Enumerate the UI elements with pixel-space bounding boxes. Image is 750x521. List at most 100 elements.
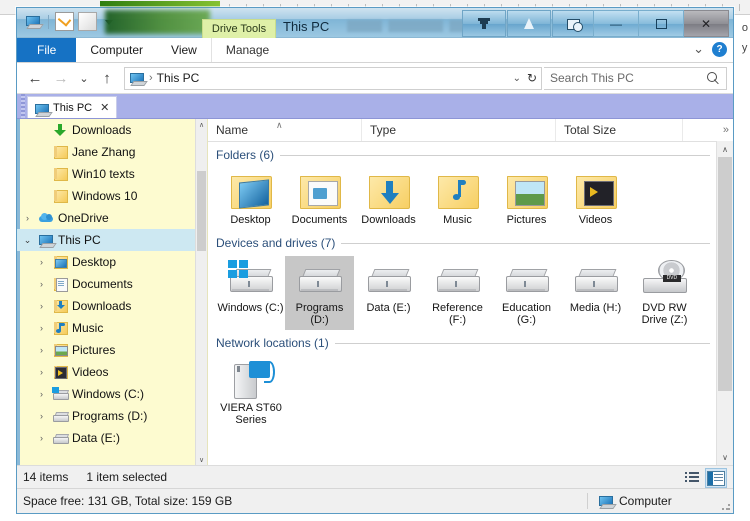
recent-locations-button[interactable]: ⌄	[75, 66, 93, 90]
sidebar-item-documents[interactable]: › Documents	[17, 273, 207, 295]
scroll-down-icon[interactable]: ∨	[717, 449, 733, 465]
chevron-down-icon[interactable]: ⌄	[21, 235, 34, 246]
item-desktop[interactable]: Desktop	[216, 168, 285, 230]
this-pc-icon[interactable]	[25, 13, 44, 30]
sidebar-item-onedrive[interactable]: › OneDrive	[17, 207, 207, 229]
search-input[interactable]: Search This PC	[544, 66, 727, 90]
sidebar-item-pictures[interactable]: › Pictures	[17, 339, 207, 361]
sidebar-item-label: Pictures	[72, 343, 116, 357]
this-pc-icon	[38, 232, 57, 248]
tab-manage[interactable]: Manage	[210, 38, 283, 62]
sidebar-item-data-e[interactable]: › Data (E:)	[17, 427, 207, 449]
item-music[interactable]: Music	[423, 168, 492, 230]
content-scrollbar[interactable]: ∧ ∨	[716, 141, 733, 465]
large-icons-view-button[interactable]	[705, 468, 727, 488]
resize-grip[interactable]	[721, 501, 731, 511]
tab-strip: This PC ✕	[17, 94, 733, 119]
chevron-right-icon[interactable]: ›	[35, 279, 48, 289]
column-header-total-size[interactable]: Total Size	[556, 119, 683, 141]
contextual-tab-drive-tools[interactable]: Drive Tools	[202, 19, 276, 38]
chevron-right-icon[interactable]: ›	[35, 301, 48, 311]
close-button[interactable]: ✕	[684, 10, 729, 37]
sidebar-item-desktop[interactable]: › Desktop	[17, 251, 207, 273]
sidebar-item-jane-zhang[interactable]: Jane Zhang	[17, 141, 207, 163]
chevron-right-icon[interactable]: ›	[35, 411, 48, 421]
sidebar-item-label: Videos	[72, 365, 109, 379]
column-header-type[interactable]: Type	[362, 119, 556, 141]
chevron-right-icon[interactable]: ›	[21, 213, 34, 223]
chevron-down-icon[interactable]: ⌄	[693, 41, 704, 57]
sidebar-item-windows-10[interactable]: Windows 10	[17, 185, 207, 207]
drive-icon	[297, 258, 343, 300]
window-controls[interactable]: — ✕	[593, 10, 729, 37]
item-media-h[interactable]: Media (H:)	[561, 256, 630, 330]
chevron-right-icon[interactable]: ›	[35, 345, 48, 355]
minimize-button[interactable]: —	[593, 10, 639, 37]
group-header-folders[interactable]: Folders (6) ∧	[214, 142, 733, 164]
item-reference-f[interactable]: Reference (F:)	[423, 256, 492, 330]
column-header-name[interactable]: Name ∧	[208, 119, 362, 141]
group-header-network-locations[interactable]: Network locations (1) ∧	[214, 330, 733, 352]
scrollbar-thumb[interactable]	[718, 157, 732, 391]
scrollbar-thumb[interactable]	[197, 171, 206, 251]
chevron-right-icon[interactable]: ›	[35, 389, 48, 399]
sidebar-item-downloads[interactable]: › Downloads	[17, 295, 207, 317]
navigation-pane-scrollbar[interactable]: ∧ ∨	[195, 119, 207, 465]
item-education-g[interactable]: Education (G:)	[492, 256, 561, 330]
cursor-icon[interactable]	[507, 10, 551, 37]
chevron-right-icon[interactable]: ›	[35, 257, 48, 267]
group-header-devices-and-drives[interactable]: Devices and drives (7) ∧	[214, 230, 733, 252]
desktop-icon	[52, 254, 68, 270]
item-videos[interactable]: Videos	[561, 168, 630, 230]
refresh-icon[interactable]: ↻	[527, 71, 537, 85]
chevron-right-icon[interactable]: ›	[35, 367, 48, 377]
scroll-up-icon[interactable]: ∧	[196, 119, 207, 130]
folder-history-icon[interactable]	[552, 10, 596, 37]
up-button[interactable]: ↑	[95, 66, 119, 90]
explorer-window: Drive Tools This PC — ✕ File Computer Vi…	[16, 7, 734, 514]
details-view-button[interactable]	[682, 468, 702, 486]
item-programs-d[interactable]: Programs (D:)	[285, 256, 354, 330]
sidebar-item-win10-texts[interactable]: Win10 texts	[17, 163, 207, 185]
sidebar-item-downloads-quick[interactable]: Downloads	[17, 119, 207, 141]
tab-view[interactable]: View	[157, 38, 211, 62]
item-windows-c[interactable]: Windows (C:)	[216, 256, 285, 330]
new-folder-icon[interactable]	[78, 12, 97, 31]
sidebar-item-windows-c[interactable]: › Windows (C:)	[17, 383, 207, 405]
view-mode-buttons[interactable]	[682, 468, 727, 488]
scroll-down-icon[interactable]: ∨	[196, 454, 207, 465]
title-bar: Drive Tools This PC — ✕	[17, 8, 733, 38]
item-pictures[interactable]: Pictures	[492, 168, 561, 230]
column-headers: Name ∧ Type Total Size »	[208, 119, 733, 142]
tab-computer[interactable]: Computer	[76, 38, 157, 62]
sidebar-item-this-pc[interactable]: ⌄ This PC	[17, 229, 207, 251]
forward-button[interactable]: →	[49, 66, 73, 90]
folder-icon	[52, 188, 68, 204]
search-icon[interactable]	[707, 71, 720, 85]
breadcrumb[interactable]: › This PC ⌄ ↻	[124, 66, 542, 90]
scroll-up-icon[interactable]: ∧	[717, 141, 733, 157]
sidebar-item-videos[interactable]: › Videos	[17, 361, 207, 383]
item-downloads[interactable]: Downloads	[354, 168, 423, 230]
item-documents[interactable]: Documents	[285, 168, 354, 230]
network-tiles: VIERA ST60 Series	[214, 352, 733, 426]
sidebar-item-music[interactable]: › Music	[17, 317, 207, 339]
sidebar-item-programs-d[interactable]: › Programs (D:)	[17, 405, 207, 427]
item-dvd-rw-drive-z[interactable]: DVD DVD RW Drive (Z:)	[630, 256, 699, 330]
item-viera-st60-series[interactable]: VIERA ST60 Series	[216, 356, 286, 426]
close-icon[interactable]: ✕	[100, 101, 109, 114]
chevron-right-icon[interactable]: ›	[35, 323, 48, 333]
chevron-right-icon[interactable]: ›	[35, 433, 48, 443]
item-label: DVD RW Drive (Z:)	[641, 302, 688, 326]
breadcrumb-dropdown-icon[interactable]: ⌄	[513, 73, 521, 84]
back-button[interactable]: ←	[23, 66, 47, 90]
help-icon[interactable]: ?	[712, 41, 727, 57]
tab-this-pc[interactable]: This PC ✕	[27, 96, 118, 118]
tab-file[interactable]: File	[17, 38, 77, 62]
folder-pictures-icon	[504, 170, 550, 212]
maximize-button[interactable]	[639, 10, 684, 37]
column-header-overflow[interactable]: »	[683, 119, 733, 141]
filter-icon[interactable]	[462, 10, 506, 37]
properties-icon[interactable]	[55, 12, 74, 31]
item-data-e[interactable]: Data (E:)	[354, 256, 423, 330]
